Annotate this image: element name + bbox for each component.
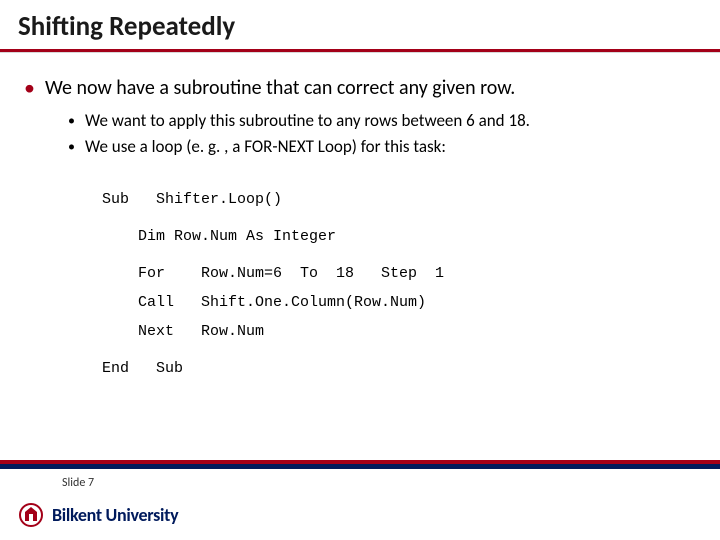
sub-bullet-list: • We want to apply this subroutine to an… <box>68 109 696 159</box>
bullet-level2: • We use a loop (e. g. , a FOR-NEXT Loop… <box>68 135 696 159</box>
code-gap <box>102 350 696 358</box>
code-gap <box>102 255 696 263</box>
code-line: For Row.Num=6 To 18 Step 1 <box>102 263 696 284</box>
code-line: Sub Shifter.Loop() <box>102 189 696 210</box>
bullet-text: We want to apply this subroutine to any … <box>85 109 530 133</box>
code-line: Dim Row.Num As Integer <box>102 226 696 247</box>
bullet-dot-icon: • <box>68 135 75 159</box>
slide: Shifting Repeatedly • We now have a subr… <box>0 0 720 540</box>
slide-number: Slide 7 <box>62 476 94 490</box>
university-logo: Bilkent University <box>18 502 178 528</box>
code-gap <box>102 218 696 226</box>
code-line: Next Row.Num <box>102 321 696 342</box>
bullet-text: We now have a subroutine that can correc… <box>45 75 515 101</box>
bullet-level1: • We now have a subroutine that can corr… <box>24 75 696 101</box>
bullet-dot-icon: • <box>68 109 75 133</box>
content-area: • We now have a subroutine that can corr… <box>0 53 720 379</box>
bullet-text: We use a loop (e. g. , a FOR-NEXT Loop) … <box>85 135 446 159</box>
bullet-level2: • We want to apply this subroutine to an… <box>68 109 696 133</box>
bullet-dot-icon: • <box>24 75 35 101</box>
footer-bar <box>0 460 720 466</box>
code-line: Call Shift.One.Column(Row.Num) <box>102 292 696 313</box>
slide-title: Shifting Repeatedly <box>0 0 720 49</box>
footer-bar-blue <box>0 464 720 469</box>
logo-text: Bilkent University <box>52 504 178 526</box>
code-line: End Sub <box>102 358 696 379</box>
seal-icon <box>18 502 44 528</box>
code-block: Sub Shifter.Loop() Dim Row.Num As Intege… <box>102 189 696 379</box>
